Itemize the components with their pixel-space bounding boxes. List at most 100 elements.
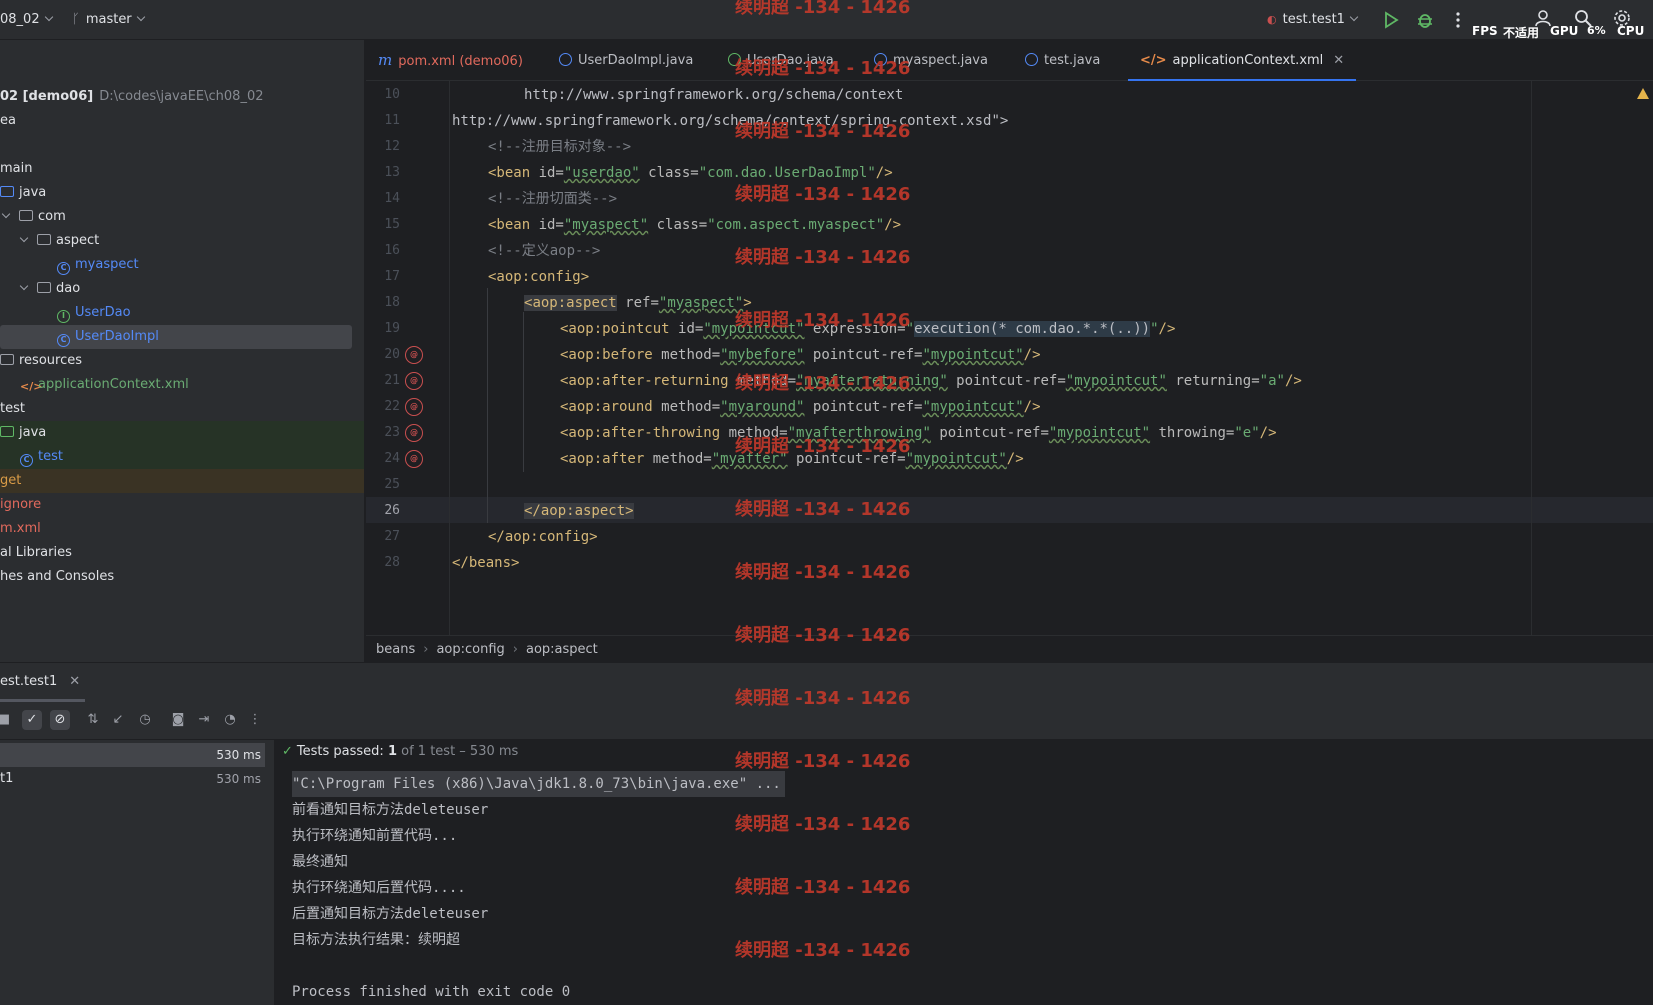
collapse-all-icon[interactable]: ↙	[108, 710, 128, 730]
project-root[interactable]: 02 [demo06] D:\codes\javaEE\ch08_02	[0, 85, 364, 109]
tab-label: test.java	[1044, 53, 1101, 68]
test-root-row[interactable]: 530 ms	[0, 743, 265, 767]
code-string: "mypointcut"	[905, 451, 1007, 467]
sort-alpha-icon[interactable]: ⇅	[83, 710, 103, 730]
package-folder-icon	[19, 210, 33, 221]
show-passed-icon[interactable]: ✓	[22, 710, 42, 730]
debug-icon[interactable]	[1415, 10, 1435, 30]
tree-item-label: al Libraries	[0, 545, 72, 560]
tab-test[interactable]: test.java	[1025, 40, 1100, 81]
tree-item-com[interactable]: com	[0, 205, 364, 229]
line-number: 17	[384, 269, 400, 284]
tree-item-resources[interactable]: resources	[0, 349, 364, 373]
test-status-suffix: of 1 test – 530 ms	[397, 744, 519, 759]
perf-gpu-label: GPU	[1550, 24, 1579, 38]
console-line: 执行环绕通知后置代码....	[292, 880, 466, 896]
tree-item-java[interactable]: java	[0, 181, 364, 205]
code-string: "mybefore"	[720, 347, 805, 363]
code-string: "mypointcut"	[1065, 373, 1167, 389]
tree-item-test-class[interactable]: Ctest	[0, 445, 364, 469]
code-attr: pointcut-ref=	[804, 399, 923, 415]
tab-myaspect[interactable]: myaspect.java	[874, 40, 988, 81]
code-tag: <aop:after-throwing	[560, 425, 729, 441]
warning-icon[interactable]	[1637, 88, 1649, 99]
code-tag: />	[884, 217, 902, 233]
code-tag: />	[875, 165, 893, 181]
run-config-selector[interactable]: ◐ test.test1	[1267, 0, 1359, 40]
code-string: "myafterthrowing"	[787, 425, 931, 441]
chevron-down-icon[interactable]	[19, 233, 29, 243]
code-attr: class=	[639, 165, 699, 181]
tree-item-pom[interactable]: m.xml	[0, 517, 364, 541]
line-number: 10	[384, 87, 400, 102]
tree-item-userdao[interactable]: I UserDao	[0, 301, 364, 325]
tree-item-applicationcontext[interactable]: </>applicationContext.xml	[0, 373, 364, 397]
class-icon: C	[57, 262, 70, 275]
code-tag: <bean	[488, 217, 539, 233]
tree-item-aspect[interactable]: aspect	[0, 229, 364, 253]
more-options-icon[interactable]	[1448, 10, 1468, 30]
test-status: ✓ Tests passed: 1 of 1 test – 530 ms	[282, 740, 518, 764]
tab-pom-xml[interactable]: m pom.xml (demo06)	[378, 40, 523, 81]
run-tab[interactable]: est.test1 ✕	[0, 663, 90, 701]
advice-gutter-icon[interactable]: @	[405, 398, 423, 416]
line-number: 24	[384, 451, 400, 466]
tree-item-myaspect[interactable]: Cmyaspect	[0, 253, 364, 277]
run-icon[interactable]	[1381, 10, 1401, 30]
project-panel: 02 [demo06] D:\codes\javaEE\ch08_02 ea ma…	[0, 40, 365, 662]
advice-gutter-icon[interactable]: @	[405, 424, 423, 442]
tree-item-external-libraries[interactable]: al Libraries	[0, 541, 364, 565]
tab-applicationcontext-active[interactable]: </> applicationContext.xml ✕	[1128, 40, 1357, 81]
test-folder-icon	[0, 426, 14, 437]
sort-duration-icon[interactable]: ◷	[135, 710, 155, 730]
breadcrumb-item[interactable]: aop:aspect	[526, 642, 598, 657]
source-folder-icon	[0, 186, 14, 197]
close-icon[interactable]: ✕	[69, 674, 80, 689]
code-string: "com.aspect.myaspect"	[707, 217, 885, 233]
code-tag: <bean	[488, 165, 539, 181]
code-line-28: </beans>	[452, 550, 519, 576]
advice-gutter-icon[interactable]: @	[405, 450, 423, 468]
code-line-11: http://www.springframework.org/schema/co…	[452, 108, 1008, 134]
tab-userdaoimpl[interactable]: UserDaoImpl.java	[559, 40, 693, 81]
code-attr: pointcut-ref=	[947, 373, 1066, 389]
tree-item[interactable]: ea	[0, 109, 364, 133]
branch-selector[interactable]: ᚴ master	[72, 0, 145, 40]
code-text: http://www.springframework.org/schema/co…	[452, 113, 1009, 129]
tree-item-label: m.xml	[0, 521, 41, 536]
line-number: 11	[384, 113, 400, 128]
chevron-down-icon[interactable]	[1, 209, 11, 219]
show-ignored-icon[interactable]: ⊘	[50, 710, 70, 730]
test-row[interactable]: t1 530 ms	[0, 767, 265, 791]
tab-label: UserDaoImpl.java	[578, 53, 694, 68]
stop-icon[interactable]: ■	[0, 710, 14, 730]
more-options-icon[interactable]: ⋮	[245, 710, 265, 730]
advice-gutter-icon[interactable]: @	[405, 346, 423, 364]
code-string: "myaspect"	[563, 217, 649, 233]
breadcrumb-item[interactable]: beans	[376, 642, 415, 657]
tree-item-dao[interactable]: dao	[0, 277, 364, 301]
chevron-down-icon[interactable]	[19, 281, 29, 291]
tree-item-main[interactable]: main	[0, 157, 364, 181]
tree-item-userdaoimpl-selected[interactable]: C UserDaoImpl	[0, 325, 352, 349]
code-line-22: <aop:around method="myaround" pointcut-r…	[560, 394, 1041, 420]
close-icon[interactable]: ✕	[1333, 53, 1344, 68]
tree-item-test[interactable]: test	[0, 397, 364, 421]
code-line-27: </aop:config>	[488, 524, 598, 550]
tree-item-scratches[interactable]: hes and Consoles	[0, 565, 364, 589]
breadcrumb-item[interactable]: aop:config	[436, 642, 504, 657]
camera-icon[interactable]: ◙	[168, 710, 188, 730]
import-tests-icon[interactable]: ⇥	[194, 710, 214, 730]
tree-item-target[interactable]: get	[0, 469, 364, 493]
code-tag: aop:aspect	[532, 295, 617, 311]
tree-item-gitignore[interactable]: ignore	[0, 493, 364, 517]
advice-gutter-icon[interactable]: @	[405, 372, 423, 390]
code-tag: <aop:pointcut	[560, 321, 679, 337]
code-string: "mypointcut"	[703, 321, 805, 337]
code-tag: <aop:after-returning	[560, 373, 738, 389]
code-line-14: <!--注册切面类-->	[488, 186, 617, 212]
tree-item-test-java[interactable]: java	[0, 421, 364, 445]
tab-userdao[interactable]: UserDao.java	[728, 40, 834, 81]
project-selector[interactable]: 08_02	[0, 0, 53, 40]
history-icon[interactable]: ◔	[220, 710, 240, 730]
